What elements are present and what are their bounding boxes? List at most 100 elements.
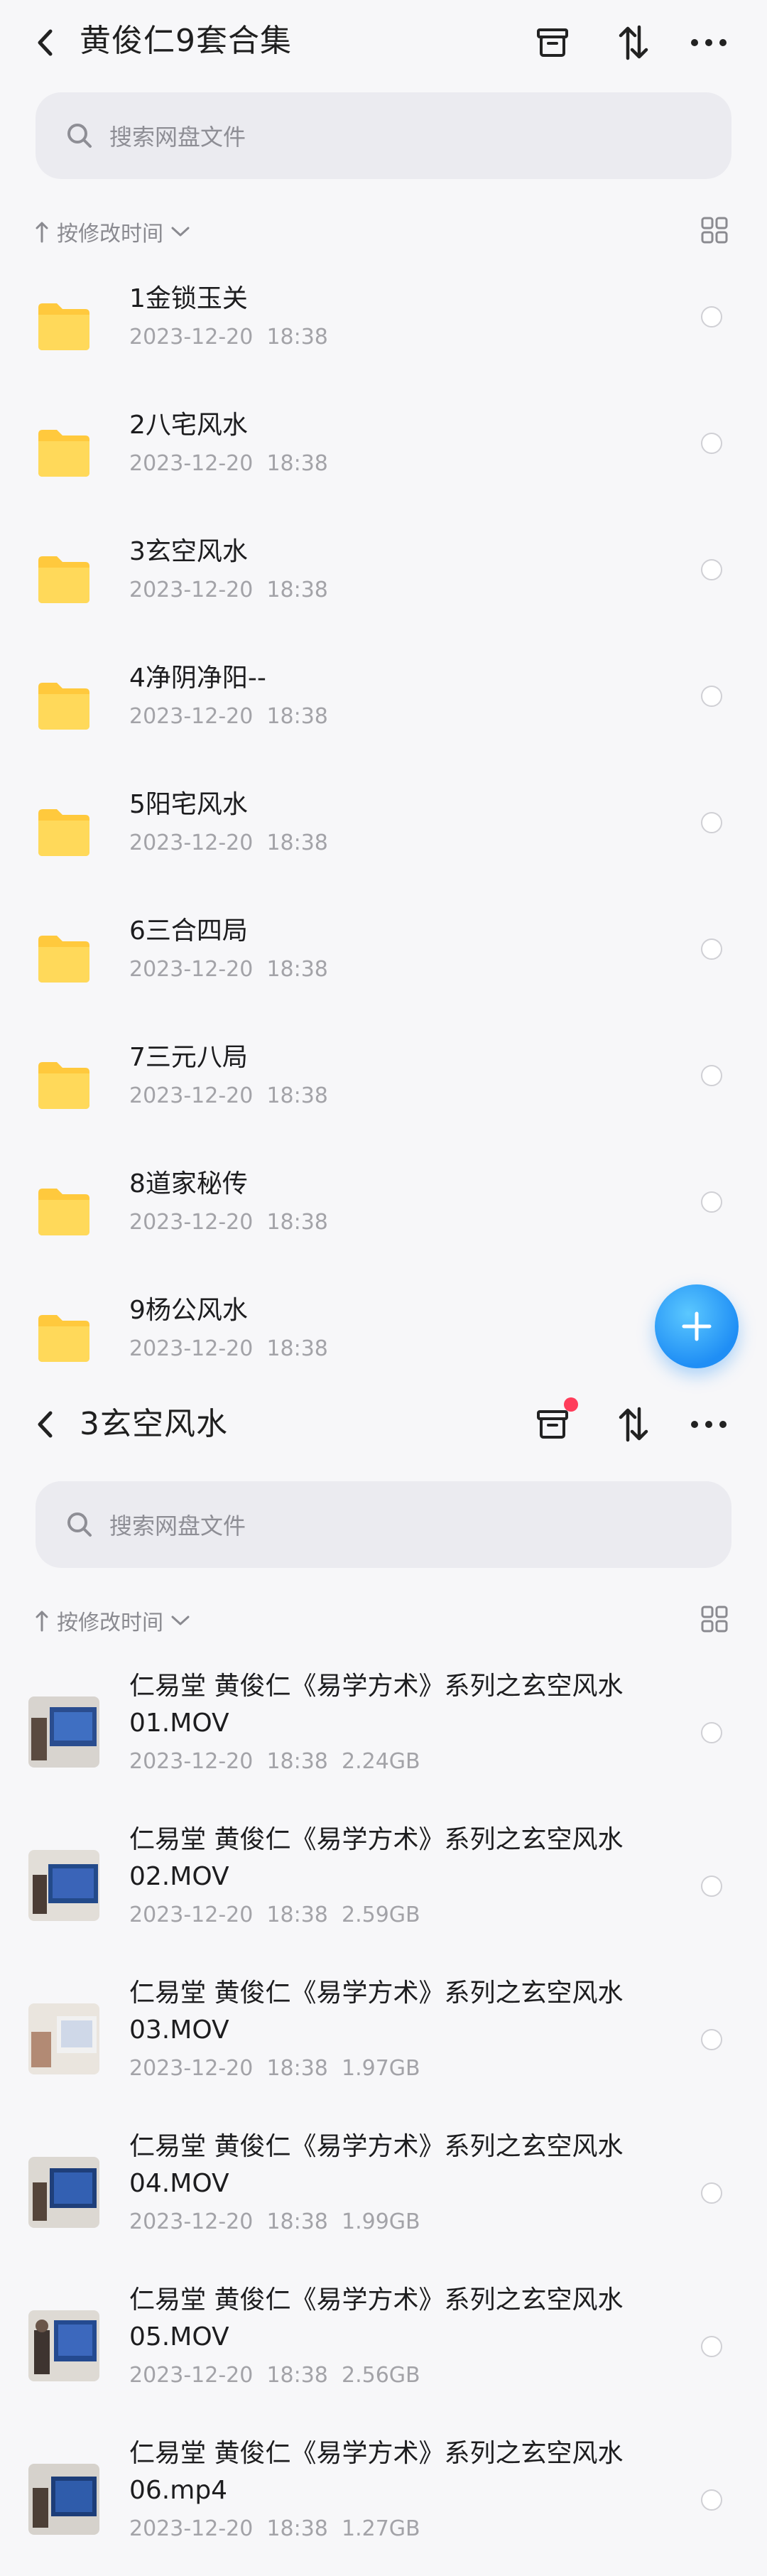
arrow-up-icon bbox=[36, 1611, 48, 1632]
list-item[interactable]: 仁易堂 黄俊仁《易学方术》系列之玄空风水 05.MOV 2023-12-20 1… bbox=[0, 2269, 767, 2423]
search-icon bbox=[65, 120, 97, 151]
list-item[interactable]: 仁易堂 黄俊仁《易学方术》系列之玄空风水 04.MOV 2023-12-20 1… bbox=[0, 2116, 767, 2269]
item-meta: 2023-12-20 18:38 2.56GB bbox=[129, 2363, 420, 2388]
more-dots-icon bbox=[691, 1421, 727, 1428]
archive-box-icon bbox=[537, 1410, 568, 1439]
list-item[interactable]: 6三合四局 2023-12-20 18:38 bbox=[0, 899, 767, 1025]
more-options-button[interactable] bbox=[687, 21, 730, 64]
sort-arrows-icon bbox=[619, 1407, 648, 1442]
video-thumbnail bbox=[28, 1696, 99, 1768]
item-name: 4净阴净阳-- bbox=[129, 664, 266, 693]
add-fab-button[interactable] bbox=[655, 1284, 739, 1368]
video-thumbnail bbox=[28, 2003, 99, 2074]
archive-box-icon bbox=[537, 28, 568, 57]
item-meta: 2023-12-20 18:38 bbox=[129, 957, 328, 982]
item-name: 仁易堂 黄俊仁《易学方术》系列之玄空风水 bbox=[129, 2439, 624, 2468]
sort-selector[interactable]: 按修改时间 bbox=[36, 212, 190, 251]
grid-icon bbox=[701, 1606, 728, 1633]
select-checkbox[interactable] bbox=[701, 2029, 722, 2050]
sort-button[interactable] bbox=[612, 21, 655, 64]
sort-label: 按修改时间 bbox=[57, 1611, 163, 1635]
list-item[interactable]: 仁易堂 黄俊仁《易学方术》系列之玄空风水 02.MOV 2023-12-20 1… bbox=[0, 1809, 767, 1962]
list-item[interactable]: 5阳宅风水 2023-12-20 18:38 bbox=[0, 772, 767, 899]
select-checkbox[interactable] bbox=[701, 2489, 722, 2511]
item-name: 8道家秘传 bbox=[129, 1169, 248, 1198]
item-name-ext: 05.MOV bbox=[129, 2322, 229, 2352]
transfer-list-button[interactable] bbox=[531, 1397, 578, 1446]
select-checkbox[interactable] bbox=[701, 2182, 722, 2204]
chevron-down-icon bbox=[171, 227, 190, 237]
list-item[interactable]: 1金锁玉关 2023-12-20 18:38 bbox=[0, 266, 767, 393]
select-checkbox[interactable] bbox=[701, 559, 722, 580]
video-thumbnail bbox=[28, 2310, 99, 2381]
arrow-up-icon bbox=[36, 222, 48, 243]
select-checkbox[interactable] bbox=[701, 1191, 722, 1213]
item-meta: 2023-12-20 18:38 bbox=[129, 578, 328, 602]
sort-selector[interactable]: 按修改时间 bbox=[36, 1601, 190, 1640]
page-title: 3玄空风水 bbox=[80, 1406, 228, 1442]
sort-label: 按修改时间 bbox=[57, 222, 163, 247]
item-name: 9杨公风水 bbox=[129, 1296, 248, 1325]
grid-view-toggle[interactable] bbox=[697, 1602, 731, 1636]
folder-icon bbox=[38, 936, 89, 983]
back-button[interactable] bbox=[27, 23, 62, 63]
item-meta: 2023-12-20 18:38 bbox=[129, 830, 328, 855]
folder-icon bbox=[38, 556, 89, 603]
item-meta: 2023-12-20 18:38 1.27GB bbox=[129, 2516, 420, 2541]
item-name: 7三元八局 bbox=[129, 1043, 248, 1072]
item-meta: 2023-12-20 18:38 1.97GB bbox=[129, 2056, 420, 2081]
video-thumbnail bbox=[28, 2157, 99, 2228]
item-name-ext: 03.MOV bbox=[129, 2015, 229, 2045]
list-item[interactable]: 4净阴净阳-- 2023-12-20 18:38 bbox=[0, 646, 767, 772]
page-title: 黄俊仁9套合集 bbox=[80, 23, 292, 59]
item-name-ext: 02.MOV bbox=[129, 1862, 229, 1891]
select-checkbox[interactable] bbox=[701, 938, 722, 960]
list-item[interactable]: 仁易堂 黄俊仁《易学方术》系列之玄空风水 03.MOV 2023-12-20 1… bbox=[0, 1962, 767, 2116]
select-checkbox[interactable] bbox=[701, 306, 722, 328]
folder-icon bbox=[38, 1315, 89, 1362]
item-name: 5阳宅风水 bbox=[129, 790, 248, 819]
list-item[interactable]: 8道家秘传 2023-12-20 18:38 bbox=[0, 1152, 767, 1278]
item-name: 3玄空风水 bbox=[129, 537, 248, 566]
plus-icon bbox=[682, 1311, 712, 1341]
item-name: 仁易堂 黄俊仁《易学方术》系列之玄空风水 bbox=[129, 2132, 624, 2161]
list-item[interactable]: 7三元八局 2023-12-20 18:38 bbox=[0, 1025, 767, 1152]
item-name-ext: 04.MOV bbox=[129, 2169, 229, 2198]
search-input[interactable]: 搜索网盘文件 bbox=[36, 92, 731, 179]
list-item[interactable]: 仁易堂 黄俊仁《易学方术》系列之玄空风水 06.mp4 2023-12-20 1… bbox=[0, 2423, 767, 2576]
select-checkbox[interactable] bbox=[701, 1065, 722, 1086]
list-item[interactable]: 仁易堂 黄俊仁《易学方术》系列之玄空风水 01.MOV 2023-12-20 1… bbox=[0, 1655, 767, 1809]
select-checkbox[interactable] bbox=[701, 812, 722, 833]
more-dots-icon bbox=[691, 39, 727, 46]
sort-button[interactable] bbox=[612, 1403, 655, 1446]
select-checkbox[interactable] bbox=[701, 433, 722, 454]
video-thumbnail bbox=[28, 2464, 99, 2535]
item-name: 仁易堂 黄俊仁《易学方术》系列之玄空风水 bbox=[129, 1979, 624, 2008]
header: 3玄空风水 bbox=[0, 1382, 767, 1467]
folder-icon bbox=[38, 683, 89, 730]
search-icon bbox=[65, 1509, 97, 1540]
grid-view-toggle[interactable] bbox=[697, 213, 731, 247]
list-item[interactable]: 2八宅风水 2023-12-20 18:38 bbox=[0, 393, 767, 519]
item-name-ext: 06.mp4 bbox=[129, 2476, 228, 2505]
item-meta: 2023-12-20 18:38 bbox=[129, 1336, 328, 1361]
select-checkbox[interactable] bbox=[701, 1876, 722, 1897]
folder-icon bbox=[38, 303, 89, 350]
chevron-left-icon bbox=[38, 1411, 53, 1438]
search-input[interactable]: 搜索网盘文件 bbox=[36, 1481, 731, 1568]
list-item[interactable]: 3玄空风水 2023-12-20 18:38 bbox=[0, 519, 767, 646]
folder-list: 1金锁玉关 2023-12-20 18:38 2八宅风水 2023-12-20 … bbox=[0, 266, 767, 1405]
select-checkbox[interactable] bbox=[701, 686, 722, 707]
back-button[interactable] bbox=[27, 1405, 62, 1444]
select-checkbox[interactable] bbox=[701, 2336, 722, 2357]
select-checkbox[interactable] bbox=[701, 1722, 722, 1743]
more-options-button[interactable] bbox=[687, 1403, 730, 1446]
chevron-down-icon bbox=[171, 1616, 190, 1625]
item-meta: 2023-12-20 18:38 bbox=[129, 1210, 328, 1235]
folder-icon bbox=[38, 809, 89, 856]
item-name: 仁易堂 黄俊仁《易学方术》系列之玄空风水 bbox=[129, 1825, 624, 1854]
item-meta: 2023-12-20 18:38 1.99GB bbox=[129, 2209, 420, 2234]
item-name: 6三合四局 bbox=[129, 916, 248, 946]
chevron-left-icon bbox=[38, 29, 53, 56]
transfer-list-button[interactable] bbox=[531, 21, 574, 64]
